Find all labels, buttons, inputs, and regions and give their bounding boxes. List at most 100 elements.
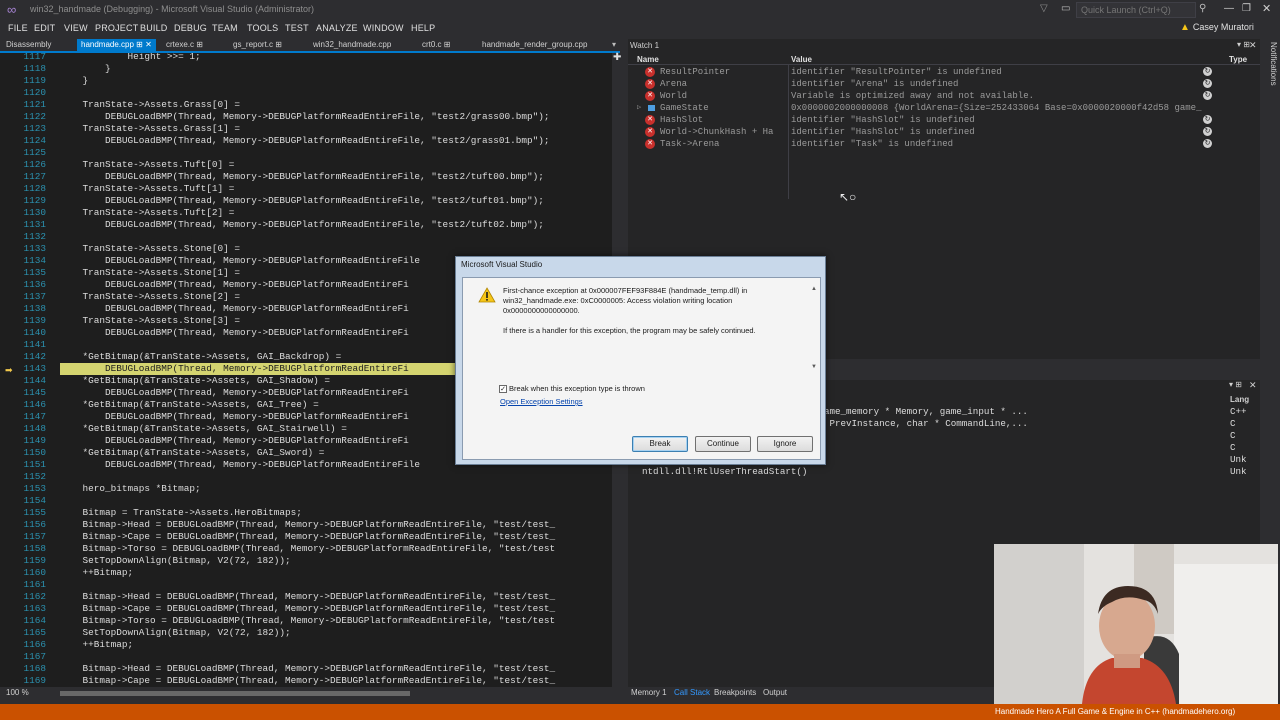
code-line[interactable]: 1157 Bitmap->Cape = DEBUGLoadBMP(Thread,…: [0, 531, 622, 543]
watch-row[interactable]: ✕ Task->Arena identifier "Task" is undefin…: [628, 138, 1260, 150]
menu-build[interactable]: BUILD: [140, 23, 168, 33]
code-line[interactable]: 1117 Height >>= 1;: [0, 53, 622, 63]
menu-analyze[interactable]: ANALYZE: [316, 23, 358, 33]
code-line[interactable]: 1165 SetTopDownAlign(Bitmap, V2(72, 182)…: [0, 627, 622, 639]
checkbox-checked-icon[interactable]: ✓: [499, 385, 507, 394]
callstack-col-lang[interactable]: Lang: [1230, 395, 1249, 404]
close-icon[interactable]: ✕: [1249, 40, 1257, 51]
code-line[interactable]: 1152: [0, 471, 622, 483]
code-line[interactable]: 1121 TranState->Assets.Grass[0] =: [0, 99, 622, 111]
menu-help[interactable]: HELP: [411, 23, 435, 33]
editor-horizontal-scrollbar[interactable]: [60, 691, 410, 696]
menu-debug[interactable]: DEBUG: [174, 23, 207, 33]
code-line[interactable]: 1125: [0, 147, 622, 159]
tab-call-stack[interactable]: Call Stack: [674, 688, 710, 697]
watch-value[interactable]: identifier "Task" is undefined: [791, 138, 1246, 150]
watch-value[interactable]: identifier "ResultPointer" is undefined: [791, 66, 1246, 78]
tab-gs-report-c[interactable]: gs_report.c ⊞: [229, 39, 286, 51]
continue-button[interactable]: Continue: [695, 436, 751, 452]
watch-value[interactable]: identifier "HashSlot" is undefined: [791, 126, 1246, 138]
watch-name[interactable]: Arena: [660, 78, 788, 90]
tab-win32-handmade-cpp[interactable]: win32_handmade.cpp: [309, 39, 395, 51]
user-account[interactable]: ▲ Casey Muratori: [1180, 22, 1254, 33]
menu-view[interactable]: VIEW: [64, 23, 88, 33]
ignore-button[interactable]: Ignore: [757, 436, 813, 452]
watch-col-name[interactable]: Name: [637, 55, 659, 64]
menu-team[interactable]: TEAM: [212, 23, 238, 33]
refresh-icon[interactable]: ↻: [1203, 115, 1212, 124]
tab-output[interactable]: Output: [763, 688, 787, 697]
break-button[interactable]: Break: [632, 436, 688, 452]
watch-name[interactable]: World: [660, 90, 788, 102]
pin-icon[interactable]: ▾ ⊞: [1237, 40, 1250, 49]
refresh-icon[interactable]: ↻: [1203, 67, 1212, 76]
code-line[interactable]: 1161: [0, 579, 622, 591]
code-line[interactable]: 1123 TranState->Assets.Grass[1] =: [0, 123, 622, 135]
code-line[interactable]: 1118 }: [0, 63, 622, 75]
watch-name[interactable]: ResultPointer: [660, 66, 788, 78]
code-line[interactable]: 1130 TranState->Assets.Tuft[2] =: [0, 207, 622, 219]
watch-row[interactable]: ✕ World Variable is optimized away and not…: [628, 90, 1260, 102]
code-line[interactable]: 1153 hero_bitmaps *Bitmap;: [0, 483, 622, 495]
refresh-icon[interactable]: ↻: [1203, 79, 1212, 88]
watch-col-type[interactable]: Type: [1229, 55, 1247, 64]
code-line[interactable]: 1126 TranState->Assets.Tuft[0] =: [0, 159, 622, 171]
tab-crt0-c[interactable]: crt0.c ⊞: [418, 39, 454, 51]
scroll-down-icon[interactable]: ▼: [811, 364, 817, 370]
tab-disassembly[interactable]: Disassembly: [2, 39, 55, 51]
code-line[interactable]: 1162 Bitmap->Head = DEBUGLoadBMP(Thread,…: [0, 591, 622, 603]
refresh-icon[interactable]: ↻: [1203, 139, 1212, 148]
quick-launch-input[interactable]: [1076, 2, 1196, 18]
call-stack-row[interactable]: ntdll.dll!RtlUserThreadStart() Unk: [628, 466, 1260, 478]
open-exception-settings-link[interactable]: Open Exception Settings: [500, 397, 583, 406]
code-line[interactable]: 1166 ++Bitmap;: [0, 639, 622, 651]
code-line[interactable]: 1132: [0, 231, 622, 243]
code-line[interactable]: 1159 SetTopDownAlign(Bitmap, V2(72, 182)…: [0, 555, 622, 567]
code-line[interactable]: 1133 TranState->Assets.Stone[0] =: [0, 243, 622, 255]
code-line[interactable]: 1164 Bitmap->Torso = DEBUGLoadBMP(Thread…: [0, 615, 622, 627]
watch-value[interactable]: 0x0000002000000008 {WorldArena={Size=252…: [791, 102, 1246, 114]
feedback-icon[interactable]: ▭: [1061, 3, 1070, 14]
code-line[interactable]: 1128 TranState->Assets.Tuft[1] =: [0, 183, 622, 195]
menu-edit[interactable]: EDIT: [34, 23, 55, 33]
code-line[interactable]: 1167: [0, 651, 622, 663]
tab-handmade-cpp[interactable]: handmade.cpp ⊞ ✕: [77, 39, 156, 51]
menu-file[interactable]: FILE: [8, 23, 28, 33]
code-line[interactable]: 1120: [0, 87, 622, 99]
split-editor-icon[interactable]: ✚: [613, 52, 621, 63]
code-line[interactable]: 1124 DEBUGLoadBMP(Thread, Memory->DEBUGP…: [0, 135, 622, 147]
code-line[interactable]: 1156 Bitmap->Head = DEBUGLoadBMP(Thread,…: [0, 519, 622, 531]
code-line[interactable]: 1122 DEBUGLoadBMP(Thread, Memory->DEBUGP…: [0, 111, 622, 123]
code-line[interactable]: 1119 }: [0, 75, 622, 87]
tab-handmade-render-group-cpp[interactable]: handmade_render_group.cpp: [478, 39, 591, 51]
tab-breakpoints[interactable]: Breakpoints: [714, 688, 756, 697]
watch-row[interactable]: ✕ Arena identifier "Arena" is undefined ↻: [628, 78, 1260, 90]
watch-name[interactable]: GameState: [660, 102, 788, 114]
menu-window[interactable]: WINDOW: [363, 23, 404, 33]
filter-icon[interactable]: ▽: [1040, 3, 1048, 14]
watch-row[interactable]: ✕ World->ChunkHash + Ha identifier "HashSl…: [628, 126, 1260, 138]
minimize-icon[interactable]: —: [1224, 3, 1234, 14]
restore-icon[interactable]: ❐: [1242, 3, 1251, 14]
code-line[interactable]: 1129 DEBUGLoadBMP(Thread, Memory->DEBUGP…: [0, 195, 622, 207]
tab-crtexe-c[interactable]: crtexe.c ⊞: [162, 39, 207, 51]
code-line[interactable]: 1163 Bitmap->Cape = DEBUGLoadBMP(Thread,…: [0, 603, 622, 615]
refresh-icon[interactable]: ↻: [1203, 91, 1212, 100]
close-icon[interactable]: ✕: [1249, 380, 1257, 391]
watch-name[interactable]: HashSlot: [660, 114, 788, 126]
zoom-level[interactable]: 100 %: [6, 688, 29, 697]
watch-value[interactable]: identifier "HashSlot" is undefined: [791, 114, 1246, 126]
watch-row[interactable]: ▷ GameState 0x0000002000000008 {WorldArena…: [628, 102, 1260, 114]
code-line[interactable]: 1169 Bitmap->Cape = DEBUGLoadBMP(Thread,…: [0, 675, 622, 687]
menu-project[interactable]: PROJECT: [95, 23, 138, 33]
menu-tools[interactable]: TOOLS: [247, 23, 278, 33]
menu-test[interactable]: TEST: [285, 23, 309, 33]
search-icon[interactable]: ⚲: [1199, 3, 1206, 14]
watch-name[interactable]: World->ChunkHash + Ha: [660, 126, 788, 138]
code-line[interactable]: 1154: [0, 495, 622, 507]
close-window-icon[interactable]: ✕: [1262, 2, 1271, 15]
watch-col-value[interactable]: Value: [791, 55, 812, 64]
tab-memory-1[interactable]: Memory 1: [631, 688, 667, 697]
pin-icon[interactable]: ▾ ⊞: [1229, 380, 1242, 389]
break-on-exception-checkbox[interactable]: ✓ Break when this exception type is throw…: [499, 384, 645, 394]
